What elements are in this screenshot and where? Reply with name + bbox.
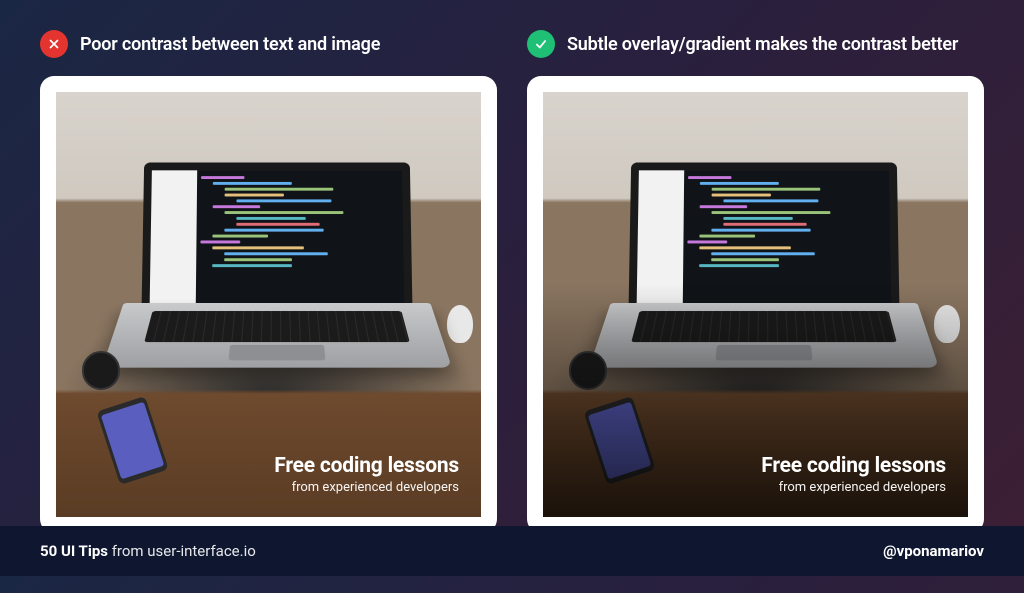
image-caption: Free coding lessons from experienced dev… (274, 454, 459, 495)
mouse-prop (934, 305, 960, 343)
example-image: Free coding lessons from experienced dev… (543, 92, 968, 517)
caption-title: Free coding lessons (761, 454, 946, 478)
laptop-illustration (608, 163, 919, 408)
code-area-left (196, 170, 404, 304)
footer-bar: 50 UI Tips from user-interface.io @vpona… (0, 526, 1024, 576)
example-card: Free coding lessons from experienced dev… (40, 76, 497, 533)
example-image: Free coding lessons from experienced dev… (56, 92, 481, 517)
comparison-container: Poor contrast between text and image (0, 0, 1024, 593)
cross-icon (40, 30, 68, 58)
caption-title: Free coding lessons (274, 454, 459, 478)
panel-title: Subtle overlay/gradient makes the contra… (567, 34, 958, 55)
laptop-illustration (121, 163, 432, 408)
check-icon (527, 30, 555, 58)
editor-sidebar (637, 170, 684, 304)
panel-title: Poor contrast between text and image (80, 34, 380, 55)
footer-handle: @vponamariov (883, 542, 984, 560)
footer-from: from user-interface.io (108, 542, 256, 560)
example-card: Free coding lessons from experienced dev… (527, 76, 984, 533)
caption-subtitle: from experienced developers (761, 480, 946, 495)
panel-header: Subtle overlay/gradient makes the contra… (527, 30, 984, 58)
laptop-screen (629, 163, 899, 313)
footer-source: 50 UI Tips from user-interface.io (40, 542, 256, 560)
footer-brand: 50 UI Tips (40, 542, 108, 560)
laptop-screen (142, 163, 412, 313)
lens-cap-prop (82, 351, 120, 389)
image-caption: Free coding lessons from experienced dev… (761, 454, 946, 495)
laptop-keyboard (102, 303, 452, 367)
editor-sidebar (150, 170, 197, 304)
code-area-right (683, 170, 891, 304)
trackpad (229, 345, 326, 360)
mouse-prop (447, 305, 473, 343)
panel-good-example: Subtle overlay/gradient makes the contra… (527, 30, 984, 533)
laptop-keyboard (589, 303, 939, 367)
trackpad (716, 345, 813, 360)
panel-header: Poor contrast between text and image (40, 30, 497, 58)
lens-cap-prop (569, 351, 607, 389)
panel-bad-example: Poor contrast between text and image (40, 30, 497, 533)
caption-subtitle: from experienced developers (274, 480, 459, 495)
